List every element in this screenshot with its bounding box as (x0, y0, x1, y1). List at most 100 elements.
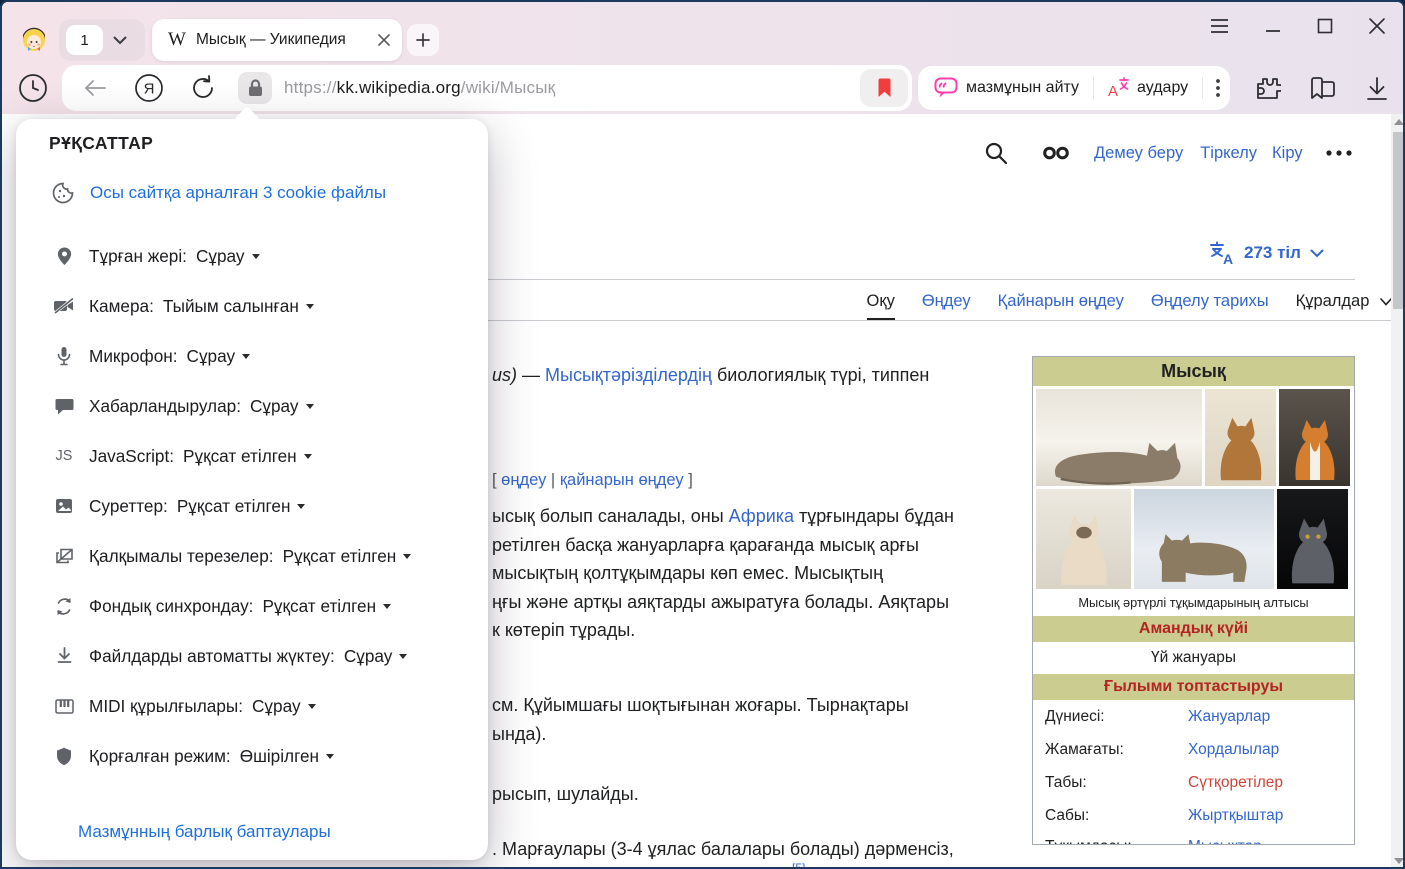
class-link[interactable]: Сүтқоретілер (1188, 774, 1283, 792)
dropdown-caret-icon (242, 354, 250, 359)
extensions-button[interactable] (1254, 75, 1281, 107)
browser-tab[interactable]: W Мысық — Уикипедия (152, 19, 402, 61)
tab-group-chip[interactable]: 1 (59, 19, 145, 61)
close-icon[interactable] (1369, 18, 1385, 34)
browser-chrome: 1 W Мысық — Уикипедия (2, 2, 1403, 114)
clock-icon (18, 73, 48, 103)
phylum-link[interactable]: Хордалылар (1188, 741, 1279, 759)
permission-dropdown[interactable]: Өшірілген (240, 746, 334, 767)
permission-dropdown[interactable]: Тыйым салынған (163, 296, 314, 317)
downloads-button[interactable] (1364, 76, 1390, 107)
maximize-icon[interactable] (1317, 18, 1333, 34)
family-link[interactable]: Мысықтар (1188, 838, 1262, 844)
new-tab-button[interactable] (407, 24, 439, 56)
login-link[interactable]: Кіру (1272, 144, 1303, 163)
cat-photo-tabby-lying[interactable] (1036, 389, 1202, 486)
dropdown-caret-icon (252, 254, 260, 259)
tab-close-icon[interactable] (378, 34, 390, 46)
popups-icon (55, 548, 74, 564)
intro-link[interactable]: Мысықтәрізділердің (545, 365, 712, 385)
taxonomy-row: Табы: Сүтқоретілер (1033, 766, 1354, 799)
download-icon (1364, 76, 1390, 102)
scroll-down-icon[interactable] (1394, 858, 1404, 864)
permission-row-auto-downloads: Файлдарды автоматты жүктеу: Сұрау (52, 646, 411, 666)
languages-icon: A (1209, 241, 1235, 265)
page-actions: мазмұнын айту A аудару (918, 66, 1230, 110)
permission-dropdown[interactable]: Сұрау (250, 396, 314, 417)
kingdom-link[interactable]: Жануарлар (1188, 708, 1270, 726)
permission-row-popups: Қалқымалы терезелер: Рұқсат етілген (52, 546, 411, 566)
auto-download-icon (57, 647, 72, 666)
yandex-icon[interactable]: Я (134, 73, 164, 103)
profile-avatar[interactable] (18, 23, 50, 60)
more-actions-icon[interactable] (1216, 79, 1220, 97)
site-security-button[interactable] (238, 72, 272, 104)
translate-icon: A (1106, 77, 1130, 99)
permission-dropdown[interactable]: Рұқсат етілген (262, 596, 391, 617)
africa-link[interactable]: Африка (729, 506, 794, 526)
scroll-up-icon[interactable] (1394, 119, 1404, 125)
tab-history[interactable]: Өңделу тарихы (1151, 292, 1269, 311)
collections-button[interactable] (1308, 76, 1336, 106)
notifications-icon (55, 398, 74, 415)
reload-icon[interactable] (191, 75, 215, 101)
permission-dropdown[interactable]: Рұқсат етілген (183, 446, 312, 467)
donate-link[interactable]: Демеу беру (1094, 144, 1183, 163)
javascript-icon: JS (52, 448, 76, 464)
cat-photo-gray[interactable] (1277, 489, 1348, 589)
article-paragraph: см. Құйымшағы шоқтығынан жоғары. Тырнақт… (492, 691, 1020, 748)
history-button[interactable] (18, 73, 48, 108)
permission-dropdown[interactable]: Сұрау (196, 246, 260, 267)
permission-dropdown[interactable]: Сұрау (344, 646, 408, 667)
minimize-icon[interactable] (1265, 18, 1281, 34)
search-icon[interactable] (985, 142, 1007, 164)
edit-source-link[interactable]: қайнарын өңдеу (560, 471, 684, 489)
tab-count[interactable]: 1 (66, 25, 103, 55)
tab-tools[interactable]: Құралдар (1296, 292, 1392, 311)
tabs-divider (488, 320, 1392, 321)
title-divider (488, 279, 1355, 280)
appearance-icon[interactable] (1043, 146, 1069, 160)
order-link[interactable]: Жыртқыштар (1188, 807, 1283, 825)
dropdown-caret-icon (383, 604, 391, 609)
dropdown-caret-icon (326, 754, 334, 759)
tab-edit-source[interactable]: Қайнарын өңдеу (998, 292, 1124, 311)
images-icon (55, 498, 73, 514)
permission-dropdown[interactable]: Рұқсат етілген (177, 496, 306, 517)
menu-icon[interactable] (1210, 18, 1229, 34)
cat-photo-abyssinian[interactable] (1205, 389, 1276, 486)
tab-read[interactable]: Оқу (867, 292, 895, 320)
cat-photo-orange-white[interactable] (1279, 389, 1350, 486)
infobox-title: Мысық (1033, 357, 1354, 386)
plus-icon (416, 33, 430, 47)
cat-photo-tabby-snow[interactable] (1134, 489, 1274, 589)
svg-text:Я: Я (144, 81, 155, 98)
scrollbar-thumb[interactable] (1393, 132, 1405, 309)
bookmark-button[interactable] (860, 69, 908, 107)
register-link[interactable]: Тіркелу (1200, 144, 1257, 163)
chevron-down-icon (113, 36, 127, 45)
wiki-header: Демеу беру Тіркелу Кіру (985, 142, 1352, 164)
svg-text:A: A (1223, 251, 1233, 265)
permission-row-notifications: Хабарландырулар: Сұрау (52, 396, 411, 416)
bookmark-icon (877, 78, 892, 98)
edit-link[interactable]: өңдеу (501, 471, 546, 489)
permission-dropdown[interactable]: Сұрау (252, 696, 316, 717)
article-paragraph: . Марғаулары (3-4 ұялас балалары болады)… (492, 835, 1020, 864)
article-paragraph: рысып, шулайды. (492, 780, 1020, 809)
translate-button[interactable]: аудару (1137, 79, 1188, 97)
tab-edit[interactable]: Өңдеу (922, 292, 971, 311)
language-button[interactable]: A 273 тіл (1209, 241, 1324, 265)
cat-photo-siamese[interactable] (1036, 489, 1131, 589)
back-icon[interactable] (84, 80, 106, 96)
read-aloud-button[interactable]: мазмұнын айту (966, 79, 1079, 97)
address-bar[interactable]: Я https://kk.wikipedia.org/wiki/Мысық (62, 65, 912, 111)
cookies-link[interactable]: Осы сайтқа арналған 3 cookie файлы (90, 183, 386, 203)
reference-5-link[interactable]: [5] (792, 861, 805, 869)
permission-dropdown[interactable]: Рұқсат етілген (283, 546, 412, 567)
infobox-caption: Мысық әртүрлі тұқымдарының алтысы (1033, 592, 1354, 616)
permission-dropdown[interactable]: Сұрау (187, 346, 251, 367)
all-content-settings-link[interactable]: Мазмұнның барлық баптаулары (78, 822, 331, 842)
more-menu-icon[interactable] (1326, 150, 1352, 156)
dropdown-caret-icon (399, 654, 407, 659)
